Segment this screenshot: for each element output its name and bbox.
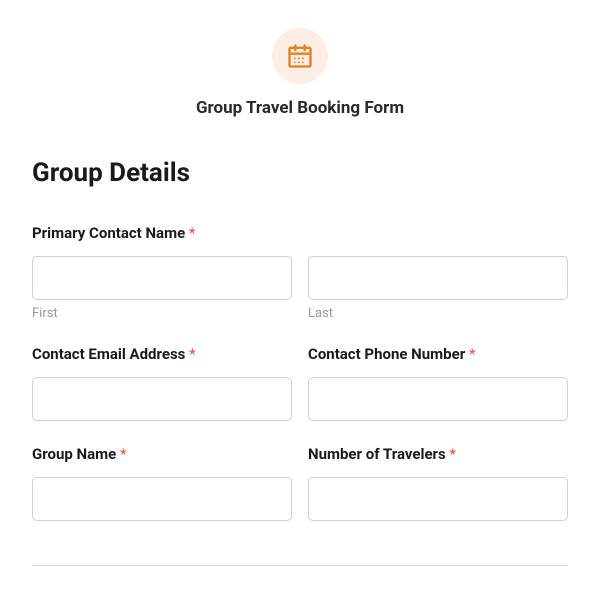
first-name-col: First <box>32 256 292 321</box>
last-name-sublabel: Last <box>308 306 568 321</box>
form-container: Group Travel Booking Form Group Details … <box>0 0 600 594</box>
name-row: First Last <box>32 256 568 321</box>
group-name-input[interactable] <box>32 477 292 521</box>
number-of-travelers-label: Number of Travelers * <box>308 445 568 463</box>
first-name-sublabel: First <box>32 306 292 321</box>
group-row: Group Name * Number of Travelers * <box>32 445 568 545</box>
label-text: Number of Travelers <box>308 445 446 463</box>
last-name-input[interactable] <box>308 256 568 300</box>
section-divider <box>32 565 568 566</box>
section-title: Group Details <box>32 158 568 188</box>
required-marker: * <box>449 445 455 463</box>
contact-phone-input[interactable] <box>308 377 568 421</box>
primary-contact-name-label: Primary Contact Name * <box>32 224 568 242</box>
required-marker: * <box>120 445 126 463</box>
form-header: Group Travel Booking Form <box>32 28 568 118</box>
contact-email-label: Contact Email Address * <box>32 345 292 363</box>
number-of-travelers-input[interactable] <box>308 477 568 521</box>
field-group-travelers: Number of Travelers * <box>308 445 568 521</box>
field-group-primary-contact: Primary Contact Name * First Last <box>32 224 568 321</box>
required-marker: * <box>189 345 195 363</box>
label-text: Primary Contact Name <box>32 224 185 242</box>
label-text: Contact Email Address <box>32 345 185 363</box>
label-text: Group Name <box>32 445 116 463</box>
required-marker: * <box>189 224 195 242</box>
header-icon-circle <box>272 28 328 84</box>
form-title: Group Travel Booking Form <box>196 98 404 118</box>
required-marker: * <box>469 345 475 363</box>
field-group-group-name: Group Name * <box>32 445 292 521</box>
contact-row: Contact Email Address * Contact Phone Nu… <box>32 345 568 445</box>
field-group-phone: Contact Phone Number * <box>308 345 568 421</box>
calendar-icon <box>286 42 314 70</box>
first-name-input[interactable] <box>32 256 292 300</box>
last-name-col: Last <box>308 256 568 321</box>
group-name-label: Group Name * <box>32 445 292 463</box>
contact-email-input[interactable] <box>32 377 292 421</box>
label-text: Contact Phone Number <box>308 345 465 363</box>
contact-phone-label: Contact Phone Number * <box>308 345 568 363</box>
field-group-email: Contact Email Address * <box>32 345 292 421</box>
